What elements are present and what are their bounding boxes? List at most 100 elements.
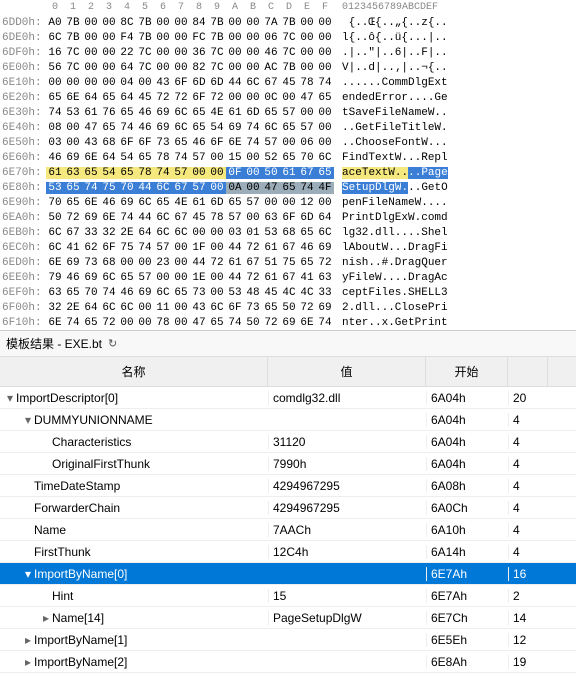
hex-byte[interactable]: 69	[280, 317, 298, 329]
hex-byte[interactable]: 00	[136, 302, 154, 314]
tree-row[interactable]: Characteristics311206A04h4	[0, 431, 576, 453]
hex-byte[interactable]: 57	[226, 212, 244, 224]
tree-row[interactable]: ▸Name[14]PageSetupDlgW6E7Ch14	[0, 607, 576, 629]
hex-byte[interactable]: 54	[100, 167, 118, 179]
hex-byte[interactable]: 61	[82, 107, 100, 119]
hex-row[interactable]: 6ED0h:6E697368000023004472616751756572ni…	[0, 255, 576, 270]
hex-byte[interactable]: 74	[46, 107, 64, 119]
hex-byte[interactable]: 00	[82, 32, 100, 44]
hex-byte[interactable]: 63	[64, 167, 82, 179]
hex-byte[interactable]: 00	[244, 212, 262, 224]
hex-byte[interactable]: 7A	[262, 17, 280, 29]
hex-byte[interactable]: 46	[190, 137, 208, 149]
hex-byte[interactable]: 69	[64, 257, 82, 269]
hex-byte[interactable]: 6E	[46, 317, 64, 329]
hex-byte[interactable]: 72	[298, 302, 316, 314]
hex-byte[interactable]: 6C	[100, 302, 118, 314]
hex-byte[interactable]: 53	[262, 227, 280, 239]
hex-byte[interactable]: 65	[208, 317, 226, 329]
hex-byte[interactable]: 00	[100, 47, 118, 59]
hex-byte[interactable]: 46	[100, 197, 118, 209]
hex-row[interactable]: 6E40h:080047657446696C655469746C655700..…	[0, 120, 576, 135]
hex-byte[interactable]: 6E	[298, 317, 316, 329]
col-size[interactable]	[508, 357, 548, 386]
hex-byte[interactable]: 6F	[208, 137, 226, 149]
hex-byte[interactable]: 73	[82, 257, 100, 269]
hex-byte[interactable]: 6E	[100, 212, 118, 224]
hex-byte[interactable]: 65	[190, 122, 208, 134]
hex-row[interactable]: 6F00h:322E646C6C001100436C6F73655072692.…	[0, 300, 576, 315]
hex-byte[interactable]: 00	[298, 62, 316, 74]
hex-byte[interactable]: 65	[100, 92, 118, 104]
hex-byte[interactable]: 64	[316, 212, 334, 224]
hex-byte[interactable]: 46	[118, 287, 136, 299]
hex-byte[interactable]: 6C	[208, 302, 226, 314]
hex-byte[interactable]: 65	[154, 197, 172, 209]
hex-byte[interactable]: 54	[208, 122, 226, 134]
hex-byte[interactable]: 46	[136, 107, 154, 119]
hex-byte[interactable]: 70	[46, 197, 64, 209]
hex-byte[interactable]: 1F	[190, 242, 208, 254]
hex-byte[interactable]: 6F	[118, 137, 136, 149]
hex-byte[interactable]: 6C	[154, 227, 172, 239]
hex-byte[interactable]: 7C	[208, 62, 226, 74]
hex-byte[interactable]: 00	[190, 227, 208, 239]
hex-byte[interactable]: 65	[316, 92, 334, 104]
hex-byte[interactable]: 74	[118, 212, 136, 224]
hex-byte[interactable]: 00	[172, 242, 190, 254]
hex-byte[interactable]: 00	[172, 302, 190, 314]
hex-byte[interactable]: 00	[172, 32, 190, 44]
hex-row[interactable]: 6EB0h:6C6733322E646C6C000003015368656Clg…	[0, 225, 576, 240]
hex-row[interactable]: 6EA0h:5072696E74446C6745785700636F6D64Pr…	[0, 210, 576, 225]
hex-byte[interactable]: 00	[190, 167, 208, 179]
hex-byte[interactable]: 65	[100, 122, 118, 134]
hex-byte[interactable]: 69	[226, 122, 244, 134]
expander-icon[interactable]: ▾	[22, 413, 34, 427]
hex-byte[interactable]: 72	[154, 92, 172, 104]
hex-byte[interactable]: 56	[46, 62, 64, 74]
hex-byte[interactable]: 57	[244, 197, 262, 209]
hex-byte[interactable]: 6E	[64, 92, 82, 104]
hex-byte[interactable]: 6C	[100, 272, 118, 284]
hex-byte[interactable]: 00	[226, 17, 244, 29]
hex-byte[interactable]: 00	[226, 47, 244, 59]
hex-byte[interactable]: 00	[154, 47, 172, 59]
expander-icon[interactable]: ▾	[4, 391, 16, 405]
hex-byte[interactable]: 00	[136, 77, 154, 89]
hex-byte[interactable]: 1E	[190, 272, 208, 284]
hex-byte[interactable]: 0A	[226, 182, 244, 194]
hex-byte[interactable]: 23	[154, 257, 172, 269]
hex-byte[interactable]: 00	[136, 317, 154, 329]
hex-byte[interactable]: 00	[208, 287, 226, 299]
hex-byte[interactable]: 7C	[280, 47, 298, 59]
hex-byte[interactable]: 00	[154, 32, 172, 44]
hex-byte[interactable]: 6E	[82, 152, 100, 164]
hex-byte[interactable]: 00	[298, 32, 316, 44]
hex-byte[interactable]: 00	[82, 47, 100, 59]
hex-byte[interactable]: 64	[118, 92, 136, 104]
hex-byte[interactable]: 6D	[208, 77, 226, 89]
hex-byte[interactable]: 7B	[208, 32, 226, 44]
hex-byte[interactable]: 84	[190, 17, 208, 29]
hex-byte[interactable]: 00	[208, 242, 226, 254]
hex-byte[interactable]: 74	[316, 77, 334, 89]
hex-byte[interactable]: 82	[190, 62, 208, 74]
hex-byte[interactable]: 6E	[226, 137, 244, 149]
hex-byte[interactable]: 7C	[136, 47, 154, 59]
hex-byte[interactable]: 46	[298, 242, 316, 254]
hex-byte[interactable]: 06	[262, 32, 280, 44]
hex-byte[interactable]: 00	[100, 77, 118, 89]
hex-byte[interactable]: 43	[154, 77, 172, 89]
hex-byte[interactable]: 44	[136, 212, 154, 224]
hex-byte[interactable]: AC	[262, 62, 280, 74]
hex-row[interactable]: 6EC0h:6C41626F757457001F00447261674669lA…	[0, 240, 576, 255]
hex-byte[interactable]: 74	[244, 137, 262, 149]
hex-byte[interactable]: 6C	[244, 77, 262, 89]
hex-byte[interactable]: 7B	[64, 17, 82, 29]
hex-byte[interactable]: 69	[154, 107, 172, 119]
hex-byte[interactable]: 70	[118, 182, 136, 194]
hex-byte[interactable]: 00	[64, 77, 82, 89]
hex-byte[interactable]: 53	[64, 107, 82, 119]
hex-byte[interactable]: 69	[82, 272, 100, 284]
hex-byte[interactable]: 6C	[262, 122, 280, 134]
